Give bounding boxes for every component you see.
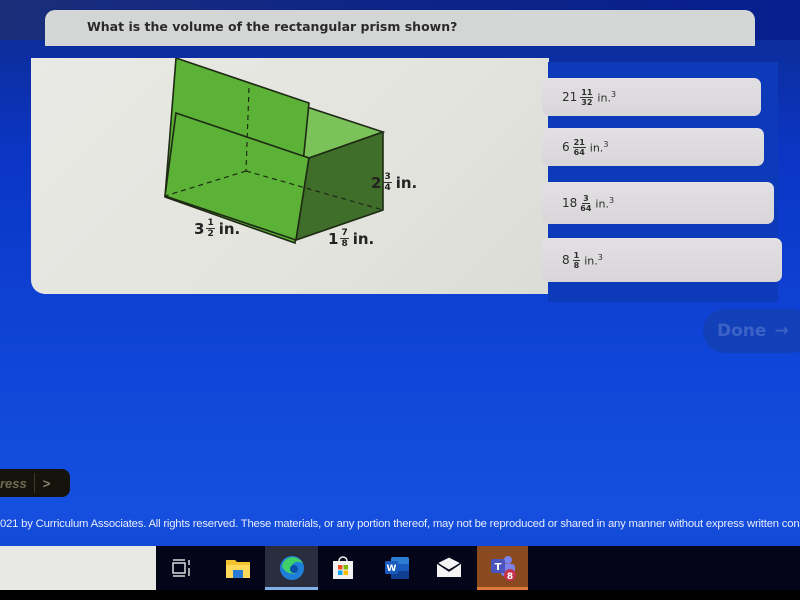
fraction-denominator: 64 [573,147,585,157]
fraction-denominator: 2 [207,229,214,239]
fraction-denominator: 8 [341,239,348,249]
fraction-numerator: 1 [206,218,215,229]
unit-exponent: 3 [610,89,617,99]
unit-exponent: 3 [597,252,603,262]
choice-unit: in.3 [590,140,609,155]
progress-label: ress [0,475,27,491]
unit-exponent: 3 [608,195,615,205]
edge-icon [279,556,304,580]
choice-fraction: 18 [572,250,581,270]
taskbar-item-word[interactable]: W [372,546,422,590]
badge-count: 8 [506,572,512,582]
unit-text: in. [584,254,598,268]
figure-panel: 3 1 2 in. 1 7 8 in. 2 3 4 in. [31,58,549,294]
fraction-denominator: 8 [573,260,580,270]
taskbar-item-mail[interactable] [424,546,474,590]
teams-icon: T 8 [490,556,516,582]
fraction-numerator: 1 [572,250,581,261]
taskbar-bottom-edge [0,590,800,600]
answer-choice[interactable]: 21 11 32 in.3 [542,78,761,116]
answer-choice[interactable]: 8 18 in.3 [542,238,782,282]
label-length-whole: 3 [194,219,205,238]
unit-text: in. [595,197,609,211]
label-width: 1 7 8 in. [328,228,374,249]
fraction-denominator: 4 [384,183,391,193]
chevron-right-icon: > [42,475,51,491]
taskbar-item-task-view[interactable] [157,546,207,590]
mail-icon [435,557,463,577]
label-height-whole: 2 [371,173,382,192]
question-header: What is the volume of the rectangular pr… [45,10,755,46]
divider [33,473,35,493]
word-letter: W [387,564,397,574]
task-view-icon [172,559,190,577]
choice-fraction: 21 64 [572,137,586,157]
choice-fraction: 3 64 [580,194,591,213]
choice-whole: 21 [562,90,578,104]
unit-text: in. [597,91,611,105]
choice-unit: in.3 [597,90,616,105]
fraction-numerator: 11 [580,87,594,98]
label-height: 2 3 4 in. [371,172,417,193]
progress-button[interactable]: ress > [0,469,70,497]
answer-choice[interactable]: 6 21 64 in.3 [542,128,764,166]
choice-whole: 8 [562,253,570,267]
taskbar-search-box[interactable] [0,546,156,590]
unit-exponent: 3 [603,139,609,149]
fraction-denominator: 32 [581,97,593,107]
fraction-numerator: 3 [582,193,590,204]
choice-unit: in.3 [595,196,614,211]
fraction-numerator: 21 [572,137,586,148]
label-length-fraction: 1 2 [206,218,215,239]
label-height-fraction: 3 4 [383,172,392,193]
unit-text: in. [589,141,604,155]
store-icon [333,556,353,579]
taskbar-item-store[interactable] [318,546,368,590]
prism-figure [164,58,386,245]
label-length-unit: in. [218,219,241,238]
label-width-fraction: 7 8 [340,228,349,249]
done-button[interactable]: Done → [703,309,800,353]
teams-letter: T [494,562,501,573]
choice-whole: 18 [562,196,578,210]
label-length: 3 1 2 in. [194,218,240,239]
copyright-text: 021 by Curriculum Associates. All rights… [0,518,800,530]
taskbar-item-teams[interactable]: T 8 [477,546,528,590]
label-width-unit: in. [352,229,375,248]
answer-choice[interactable]: 18 3 64 in.3 [542,182,774,224]
label-width-whole: 1 [328,229,339,248]
arrow-right-icon: → [774,321,789,341]
fraction-numerator: 7 [340,228,349,239]
question-text: What is the volume of the rectangular pr… [87,19,458,34]
taskbar-item-edge[interactable] [265,546,318,590]
fraction-numerator: 3 [383,172,392,183]
choice-unit: in.3 [584,253,603,268]
choice-whole: 6 [562,140,570,154]
taskbar-item-file-explorer[interactable] [213,546,263,590]
answer-choices: 21 11 32 in.3 6 21 64 in.3 18 3 64 in.3 8 1… [542,62,782,302]
folder-icon [226,560,250,578]
label-height-unit: in. [395,173,418,192]
done-label: Done [717,321,767,341]
choice-fraction: 11 32 [580,87,594,107]
fraction-denominator: 64 [580,203,592,213]
word-icon: W [385,557,409,579]
